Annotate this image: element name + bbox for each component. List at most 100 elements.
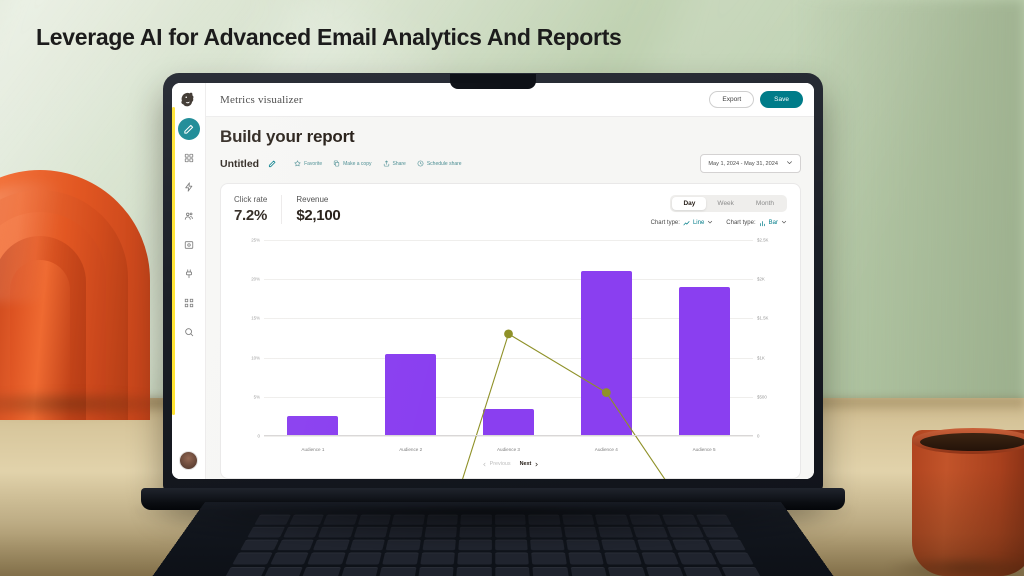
keyboard-key[interactable]: [645, 567, 685, 576]
granularity-week[interactable]: Week: [706, 197, 745, 210]
chart-type-line-selector[interactable]: Chart type: Line: [651, 219, 714, 227]
granularity-toggle: Day Week Month: [670, 195, 787, 212]
keyboard-key[interactable]: [262, 567, 303, 576]
sidebar-item-campaigns[interactable]: [178, 147, 200, 169]
bar-chart-icon: [759, 220, 765, 226]
keyboard-key[interactable]: [532, 567, 569, 576]
export-button[interactable]: Export: [709, 91, 755, 108]
keyboard-key[interactable]: [570, 567, 608, 576]
y-axis-right-tick: $1K: [757, 355, 765, 361]
coffee-liquid: [920, 433, 1024, 451]
keyboard-key[interactable]: [232, 552, 272, 565]
report-card: Click rate 7.2% Revenue $2,100 Day Week …: [220, 183, 801, 479]
keyboard-key[interactable]: [457, 552, 492, 565]
search-icon: [184, 328, 193, 337]
topbar-actions: Export Save: [709, 91, 803, 108]
plug-icon: [185, 269, 192, 279]
sidebar-item-audience[interactable]: [178, 205, 200, 227]
document-name: Untitled: [220, 157, 260, 170]
mailchimp-logo-icon: [179, 90, 198, 109]
stat-click-rate: Click rate 7.2%: [234, 195, 281, 224]
app-content: Metrics visualizer Export Save Build you…: [206, 83, 814, 479]
y-axis-right-tick: 0: [757, 433, 760, 439]
keyboard-key[interactable]: [494, 567, 530, 576]
schedule-share-button[interactable]: Schedule share: [417, 160, 462, 167]
keyboard-key[interactable]: [378, 567, 416, 576]
y-axis-right-tick: $2K: [757, 276, 765, 282]
chart-line-series: [264, 329, 753, 479]
favorite-button[interactable]: Favorite: [294, 160, 322, 167]
keyboard-key[interactable]: [456, 567, 492, 576]
clock-icon: [417, 160, 424, 167]
y-axis-left-tick: 25%: [251, 237, 260, 243]
sidebar-item-content[interactable]: [178, 234, 200, 256]
keyboard-key[interactable]: [382, 552, 419, 565]
keyboard-key[interactable]: [269, 552, 309, 565]
laptop-screen: Metrics visualizer Export Save Build you…: [172, 83, 814, 479]
keyboard-key[interactable]: [531, 552, 567, 565]
sidebar-item-apps[interactable]: [178, 292, 200, 314]
line-point[interactable]: [601, 388, 611, 397]
y-axis-right-tick: $1.5K: [757, 315, 769, 321]
hinge-shadow: [133, 507, 853, 547]
chart-type-value: Bar: [768, 220, 778, 226]
keyboard-key[interactable]: [683, 567, 724, 576]
people-icon: [184, 212, 193, 220]
share-button[interactable]: Share: [383, 160, 406, 167]
keyboard-key[interactable]: [604, 552, 642, 565]
chart-axis-baseline: [264, 435, 753, 436]
x-axis-label: Audience 3: [496, 447, 520, 452]
sidebar-item-create[interactable]: [177, 118, 200, 140]
image-icon: [184, 241, 193, 249]
sidebar-item-automations[interactable]: [178, 176, 200, 198]
line-path: [313, 334, 704, 479]
save-button[interactable]: Save: [760, 91, 803, 108]
chart-x-axis-labels: Audience 1 Audience 2 Audience 3 Audience 4…: [264, 447, 753, 452]
make-a-copy-button[interactable]: Make a copy: [333, 160, 372, 167]
x-axis-label: Audience 4: [594, 447, 618, 452]
make-a-copy-label: Make a copy: [343, 160, 372, 167]
chevron-down-icon: [786, 159, 793, 168]
keyboard-key[interactable]: [607, 567, 647, 576]
chevron-down-icon: [781, 219, 787, 227]
y-axis-left-tick: 10%: [251, 355, 260, 361]
keyboard-key[interactable]: [714, 552, 754, 565]
app-sidebar: [172, 83, 206, 479]
keyboard-key[interactable]: [677, 552, 717, 565]
y-axis-left-tick: 15%: [251, 315, 260, 321]
keyboard-key[interactable]: [339, 567, 379, 576]
laptop: Metrics visualizer Export Save Build you…: [122, 73, 864, 576]
headline: Leverage AI for Advanced Email Analytics…: [36, 24, 622, 50]
keyboard-key[interactable]: [307, 552, 346, 565]
page-title: Metrics visualizer: [220, 93, 303, 106]
keyboard-key[interactable]: [301, 567, 341, 576]
lightning-icon: [184, 182, 192, 192]
keyboard-key[interactable]: [640, 552, 679, 565]
chart-type-bar-selector[interactable]: Chart type: Bar: [726, 219, 787, 227]
line-point[interactable]: [504, 329, 513, 339]
keyboard-key[interactable]: [417, 567, 454, 576]
keyboard-key[interactable]: [721, 567, 763, 576]
keyboard-key[interactable]: [494, 552, 529, 565]
keyboard-key[interactable]: [344, 552, 382, 565]
page-body: Build your report Untitled Favorite Make…: [206, 117, 814, 479]
sculpture-shadow: [0, 390, 190, 418]
sidebar-item-search[interactable]: [178, 321, 200, 343]
granularity-month[interactable]: Month: [745, 197, 785, 210]
document-subbar: Untitled Favorite Make a copy Share Sche…: [220, 154, 801, 173]
date-range-selector[interactable]: May 1, 2024 - May 31, 2024: [700, 154, 801, 173]
keyboard-key[interactable]: [223, 567, 265, 576]
document-actions: Favorite Make a copy Share Schedule shar…: [294, 160, 462, 167]
sidebar-item-integrations[interactable]: [178, 263, 200, 285]
avatar[interactable]: [179, 451, 198, 470]
chart-type-label: Chart type:: [726, 220, 756, 226]
pencil-icon[interactable]: [268, 160, 276, 168]
y-axis-left-tick: 20%: [251, 276, 260, 282]
chart-type-row: Chart type: Line Chart type: Bar: [651, 219, 787, 227]
granularity-day[interactable]: Day: [672, 197, 707, 210]
copy-icon: [334, 160, 340, 167]
x-axis-label: Audience 2: [399, 447, 423, 452]
chevron-down-icon: [707, 219, 713, 227]
keyboard-key[interactable]: [567, 552, 604, 565]
keyboard-key[interactable]: [419, 552, 455, 565]
